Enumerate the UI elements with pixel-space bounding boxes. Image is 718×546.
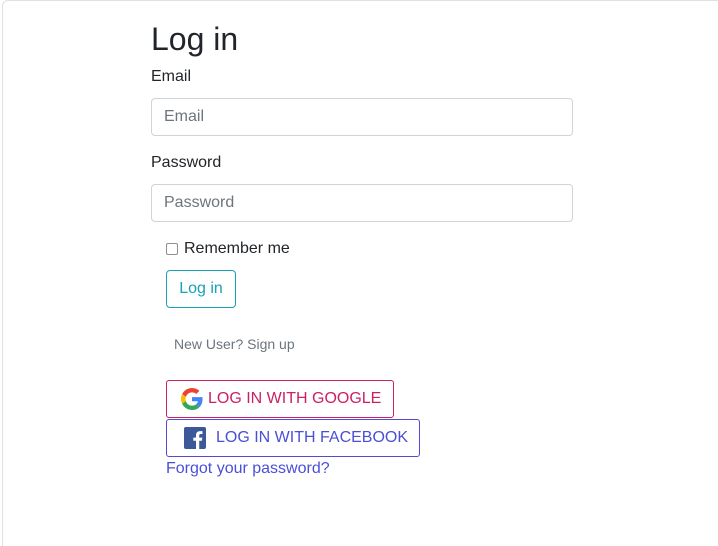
google-icon [180, 387, 204, 411]
facebook-icon [183, 426, 207, 450]
email-field[interactable] [151, 98, 573, 136]
remember-me-label[interactable]: Remember me [184, 240, 290, 258]
remember-me-row: Remember me [166, 240, 290, 258]
email-label: Email [151, 68, 192, 85]
password-field[interactable] [151, 184, 573, 222]
page-title: Log in [151, 21, 239, 57]
forgot-password-link[interactable]: Forgot your password? [166, 460, 330, 478]
google-login-button[interactable]: LOG IN WITH GOOGLE [166, 380, 394, 418]
login-button[interactable]: Log in [166, 270, 236, 308]
signup-link[interactable]: New User? Sign up [174, 336, 295, 352]
google-login-label: LOG IN WITH GOOGLE [208, 390, 382, 407]
page-frame [2, 0, 718, 546]
password-label: Password [151, 154, 222, 171]
facebook-login-button[interactable]: LOG IN WITH FACEBOOK [166, 419, 420, 457]
remember-me-checkbox[interactable] [166, 243, 178, 255]
facebook-login-label: LOG IN WITH FACEBOOK [216, 429, 409, 446]
